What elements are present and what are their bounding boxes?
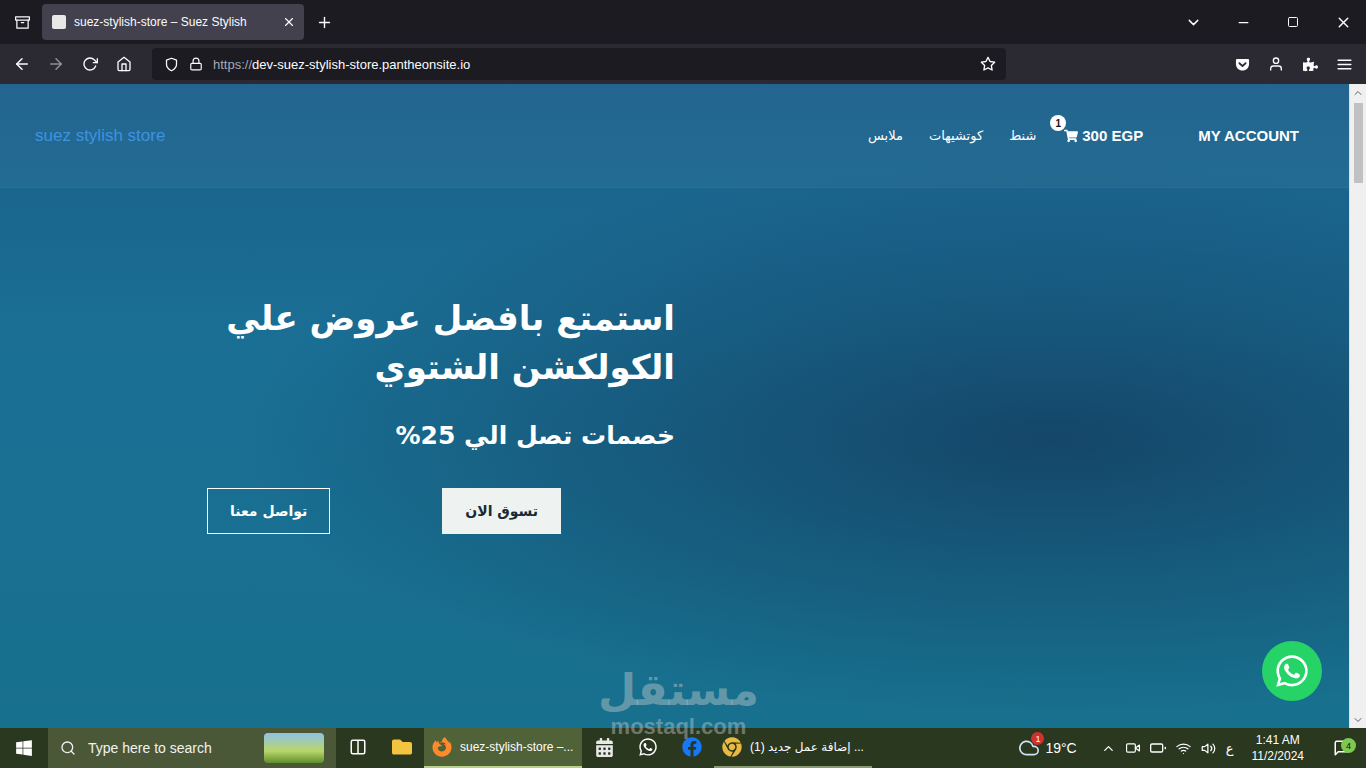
hero-subheading: خصمات تصل الي 25% — [396, 421, 675, 450]
hero-buttons: تواصل معنا تسوق الان — [0, 488, 675, 534]
star-icon[interactable] — [980, 56, 996, 72]
nav-link[interactable]: كوتشيهات — [929, 128, 983, 143]
chrome-icon — [722, 737, 742, 757]
arrow-left-icon — [13, 55, 31, 73]
lock-icon — [189, 57, 203, 71]
hero-heading: استمتع بافضل عروض عليالكولكشن الشتوي — [226, 294, 675, 393]
taskbar-app[interactable] — [582, 728, 626, 768]
windows-icon — [15, 739, 33, 757]
screen: suez-stylish-store – Suez Stylish https:/… — [0, 0, 1366, 768]
scroll-down-icon[interactable] — [1352, 714, 1364, 726]
whatsapp-button[interactable] — [1262, 641, 1322, 701]
task-view-icon — [349, 738, 367, 756]
language-indicator[interactable]: ع — [1226, 741, 1234, 756]
minimize-icon — [1236, 15, 1251, 30]
pocket-button[interactable] — [1226, 48, 1258, 80]
browser-tab[interactable]: suez-stylish-store – Suez Stylish — [42, 4, 304, 40]
watermark: مستقلmostaql.com — [598, 668, 759, 738]
weather[interactable]: 119°C — [1019, 738, 1076, 758]
scrollbar[interactable] — [1349, 84, 1366, 728]
taskbar-app[interactable] — [380, 728, 424, 768]
site-header: suez stylish store ملابس كوتشيهات شنط 1300 E… — [0, 84, 1349, 188]
forward-button[interactable] — [40, 48, 72, 80]
taskbar-search[interactable]: Type here to search — [48, 728, 336, 768]
favicon-icon — [52, 15, 66, 29]
extensions-button[interactable] — [1294, 48, 1326, 80]
shield-icon — [164, 57, 179, 72]
cart[interactable]: 1300 EGP — [1064, 127, 1143, 144]
battery-icon[interactable] — [1150, 740, 1166, 756]
close-tab-icon[interactable] — [282, 15, 296, 29]
search-highlight-icon — [264, 733, 324, 763]
cart-icon — [1064, 129, 1078, 143]
maximize-button[interactable] — [1270, 6, 1316, 38]
wifi-icon[interactable] — [1176, 741, 1191, 756]
menu-icon — [1336, 56, 1353, 73]
nav-link[interactable]: ملابس — [868, 128, 903, 143]
web-page: suez stylish store ملابس كوتشيهات شنط 1300 E… — [0, 84, 1349, 728]
minimize-button[interactable] — [1220, 6, 1266, 38]
chevron-down-icon — [1185, 14, 1202, 31]
taskbar-app[interactable]: suez-stylish-store –... — [424, 728, 582, 768]
system-tray: 119°C ع 1:41 AM11/2/2024 4 — [1019, 728, 1366, 768]
facebook-icon — [682, 737, 702, 757]
taskbar-app[interactable]: (1) إضافة عمل جديد ... — [714, 728, 872, 768]
taskbar-app[interactable] — [626, 728, 670, 768]
weather-badge: 1 — [1031, 732, 1044, 745]
viewport: suez stylish store ملابس كوتشيهات شنط 1300 E… — [0, 84, 1366, 728]
maximize-icon — [1287, 16, 1299, 28]
camera-icon[interactable] — [1126, 741, 1140, 755]
clock[interactable]: 1:41 AM11/2/2024 — [1244, 732, 1313, 764]
scroll-up-icon[interactable] — [1352, 87, 1364, 99]
arrow-right-icon — [47, 55, 65, 73]
pocket-icon — [1235, 57, 1250, 72]
list-all-tabs-button[interactable] — [1170, 6, 1216, 38]
tab-title: suez-stylish-store – Suez Stylish — [74, 15, 274, 29]
nav-bar: https://dev-suez-stylish-store.pantheons… — [0, 44, 1366, 84]
whatsapp-icon — [638, 737, 658, 757]
account-button[interactable] — [1260, 48, 1292, 80]
scroll-thumb[interactable] — [1354, 103, 1363, 183]
taskbar-app[interactable] — [336, 728, 380, 768]
site-logo[interactable]: suez stylish store — [35, 126, 165, 146]
start-button[interactable] — [0, 728, 48, 768]
home-button[interactable] — [108, 48, 140, 80]
close-window-button[interactable] — [1320, 6, 1366, 38]
puzzle-icon — [1303, 57, 1318, 72]
notification-count: 4 — [1341, 738, 1356, 753]
tab-list-button[interactable] — [6, 6, 38, 38]
tab-bar: suez-stylish-store – Suez Stylish — [0, 0, 1366, 44]
firefox-icon — [432, 737, 452, 757]
back-button[interactable] — [6, 48, 38, 80]
file-explorer-icon — [392, 737, 412, 757]
nav-link[interactable]: شنط — [1009, 128, 1036, 143]
reload-button[interactable] — [74, 48, 106, 80]
volume-icon[interactable] — [1201, 741, 1216, 756]
cart-count-badge: 1 — [1050, 115, 1066, 131]
plus-icon — [316, 14, 333, 31]
user-icon — [1268, 56, 1284, 72]
taskbar: Type here to search suez-stylish-store –.… — [0, 728, 1366, 768]
site-nav: ملابس كوتشيهات شنط — [868, 128, 1036, 143]
calendar-icon — [595, 738, 614, 757]
new-tab-button[interactable] — [308, 6, 340, 38]
hero: استمتع بافضل عروض عليالكولكشن الشتوي خصما… — [0, 188, 675, 534]
whatsapp-icon — [1274, 653, 1310, 689]
url-field[interactable]: https://dev-suez-stylish-store.pantheons… — [152, 48, 1006, 80]
taskbar-app[interactable] — [670, 728, 714, 768]
hero-button[interactable]: تواصل معنا — [207, 488, 330, 534]
search-icon — [60, 740, 76, 756]
reload-icon — [82, 56, 98, 72]
my-account-link[interactable]: MY ACCOUNT — [1198, 127, 1299, 144]
tab-list-icon — [15, 15, 30, 30]
chevron-up-icon[interactable] — [1101, 741, 1116, 756]
close-icon — [1335, 14, 1352, 31]
hero-button[interactable]: تسوق الان — [442, 488, 561, 534]
home-icon — [116, 56, 132, 72]
notifications-button[interactable]: 4 — [1322, 739, 1362, 757]
url-text: https://dev-suez-stylish-store.pantheons… — [213, 57, 970, 72]
menu-button[interactable] — [1328, 48, 1360, 80]
